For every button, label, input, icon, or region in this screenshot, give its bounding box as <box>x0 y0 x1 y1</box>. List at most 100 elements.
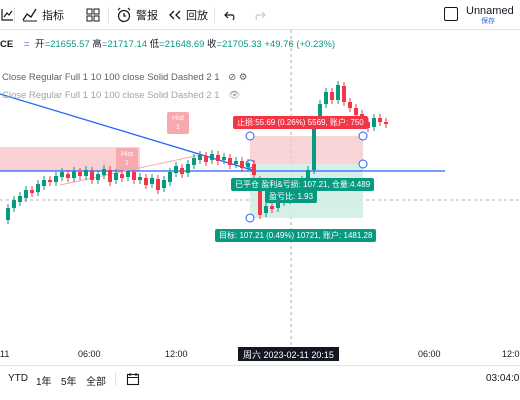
candle-body <box>156 179 160 190</box>
replay-label: 回放 <box>186 10 208 22</box>
candle-body <box>24 190 28 198</box>
bar-chart-icon <box>0 8 14 22</box>
candle-body <box>186 164 190 173</box>
candle-body <box>30 190 34 193</box>
toolbar-divider <box>108 7 109 23</box>
redo-button[interactable] <box>252 6 266 24</box>
chart-pane[interactable]: CE = 开=21655.57 高=21717.14 低=21648.69 收=… <box>0 30 520 345</box>
indicator-title: Close Regular Full 1 10 100 close Solid … <box>2 90 220 101</box>
candle-body <box>330 92 334 100</box>
candle-body <box>126 171 130 177</box>
candle-body <box>180 168 184 174</box>
candle-body <box>324 92 328 104</box>
eye-hidden-icon[interactable]: 👁 <box>228 90 240 101</box>
candle-body <box>234 161 238 164</box>
candle-body <box>150 178 154 184</box>
save-label[interactable]: 保存 <box>481 16 495 26</box>
position-handle <box>245 131 255 141</box>
candle-body <box>270 206 274 209</box>
close-label: 收 <box>207 39 217 50</box>
candle-body <box>264 206 268 213</box>
candle-body <box>60 172 64 177</box>
candle-body <box>72 171 76 178</box>
candle-body <box>84 170 88 176</box>
candle-body <box>204 156 208 162</box>
candle-body <box>78 172 82 176</box>
high-label: 高 <box>92 39 102 50</box>
chart-type-button[interactable] <box>0 6 14 24</box>
indicator-title: Close Regular Full 1 10 100 close Solid … <box>2 72 220 83</box>
candle-body <box>378 118 382 122</box>
time-tick: 12:00 <box>165 349 188 359</box>
range-ytd-button[interactable]: YTD <box>8 373 28 384</box>
candle-body <box>54 176 58 182</box>
candle-body <box>132 172 136 180</box>
candle-body <box>246 163 250 167</box>
low-value: =21648.69 <box>159 39 205 50</box>
grid-layout-icon <box>86 8 100 22</box>
indicators-button[interactable]: 指标 <box>22 6 64 24</box>
candle-body <box>384 122 388 124</box>
candle-body <box>102 169 106 175</box>
undo-button[interactable] <box>224 6 238 24</box>
top-toolbar: 指标 警报 回放 Unnamed 保存 <box>0 0 520 30</box>
low-label: 低 <box>149 39 160 50</box>
indicator-legend-row[interactable]: Close Regular Full 1 10 100 close Solid … <box>2 90 240 101</box>
candle-body <box>228 158 232 165</box>
alert-label: 警报 <box>136 10 158 22</box>
candle-body <box>108 170 112 182</box>
candle-body <box>174 166 178 173</box>
candle-body <box>6 208 10 220</box>
change-value: +49.76 (+0.23%) <box>264 39 336 50</box>
alarm-clock-icon <box>116 7 132 23</box>
range-all-button[interactable]: 全部 <box>86 373 106 388</box>
candle-body <box>252 164 256 175</box>
candle-body <box>192 158 196 165</box>
candle-body <box>342 86 346 102</box>
symbol-name[interactable]: CE <box>0 39 13 50</box>
indicators-label: 指标 <box>42 10 64 22</box>
layout-checkbox-icon[interactable] <box>444 7 458 21</box>
time-tick: 12:0 <box>502 349 520 359</box>
hist-label: Hist 1 <box>167 112 189 134</box>
candle-body <box>336 85 340 100</box>
candle-body <box>162 180 166 188</box>
stop-loss-zone <box>250 136 363 164</box>
rewind-icon <box>168 9 182 21</box>
indicators-icon <box>22 8 38 22</box>
replay-button[interactable]: 回放 <box>168 6 208 24</box>
range-5y-button[interactable]: 5年 <box>61 373 77 388</box>
candle-body <box>240 161 244 168</box>
hist-label: Hist 1 <box>116 148 138 170</box>
candle-body <box>168 172 172 182</box>
date-range-icon[interactable] <box>126 372 140 386</box>
open-label: 开 <box>35 39 45 50</box>
candle-body <box>222 157 226 160</box>
candle-body <box>348 102 352 108</box>
candle-body <box>198 155 202 160</box>
crosshair-time-label: 周六 2023-02-11 20:15 <box>238 347 339 361</box>
indicator-legend-row[interactable]: Close Regular Full 1 10 100 close Solid … <box>2 72 247 83</box>
target-tag: 目标: 107.21 (0.49%) 10721, 账户: 1481.28 <box>215 229 377 242</box>
candle-body <box>120 174 124 178</box>
alert-button[interactable]: 警报 <box>116 6 158 24</box>
toolbar-divider <box>14 7 15 23</box>
candle-body <box>12 200 16 208</box>
bottom-toolbar: YTD 1年 5年 全部 03:04:0 <box>0 365 520 391</box>
range-1y-button[interactable]: 1年 <box>36 373 52 388</box>
close-value: =21705.33 <box>216 39 262 50</box>
candle-body <box>66 174 70 178</box>
indicator-settings-icon[interactable]: ⊘ ⚙ <box>228 72 247 83</box>
candle-body <box>96 174 100 180</box>
legend-dot-icon: = <box>23 39 30 50</box>
candle-body <box>48 180 52 182</box>
open-value: =21655.57 <box>44 39 90 50</box>
time-tick: 06:00 <box>78 349 101 359</box>
toolbar-divider <box>214 7 215 23</box>
candle-body <box>354 108 358 115</box>
layouts-button[interactable] <box>86 6 100 24</box>
high-value: =21717.14 <box>101 39 148 50</box>
candle-body <box>372 118 376 127</box>
redo-icon <box>252 9 266 21</box>
bottom-divider <box>115 372 116 386</box>
